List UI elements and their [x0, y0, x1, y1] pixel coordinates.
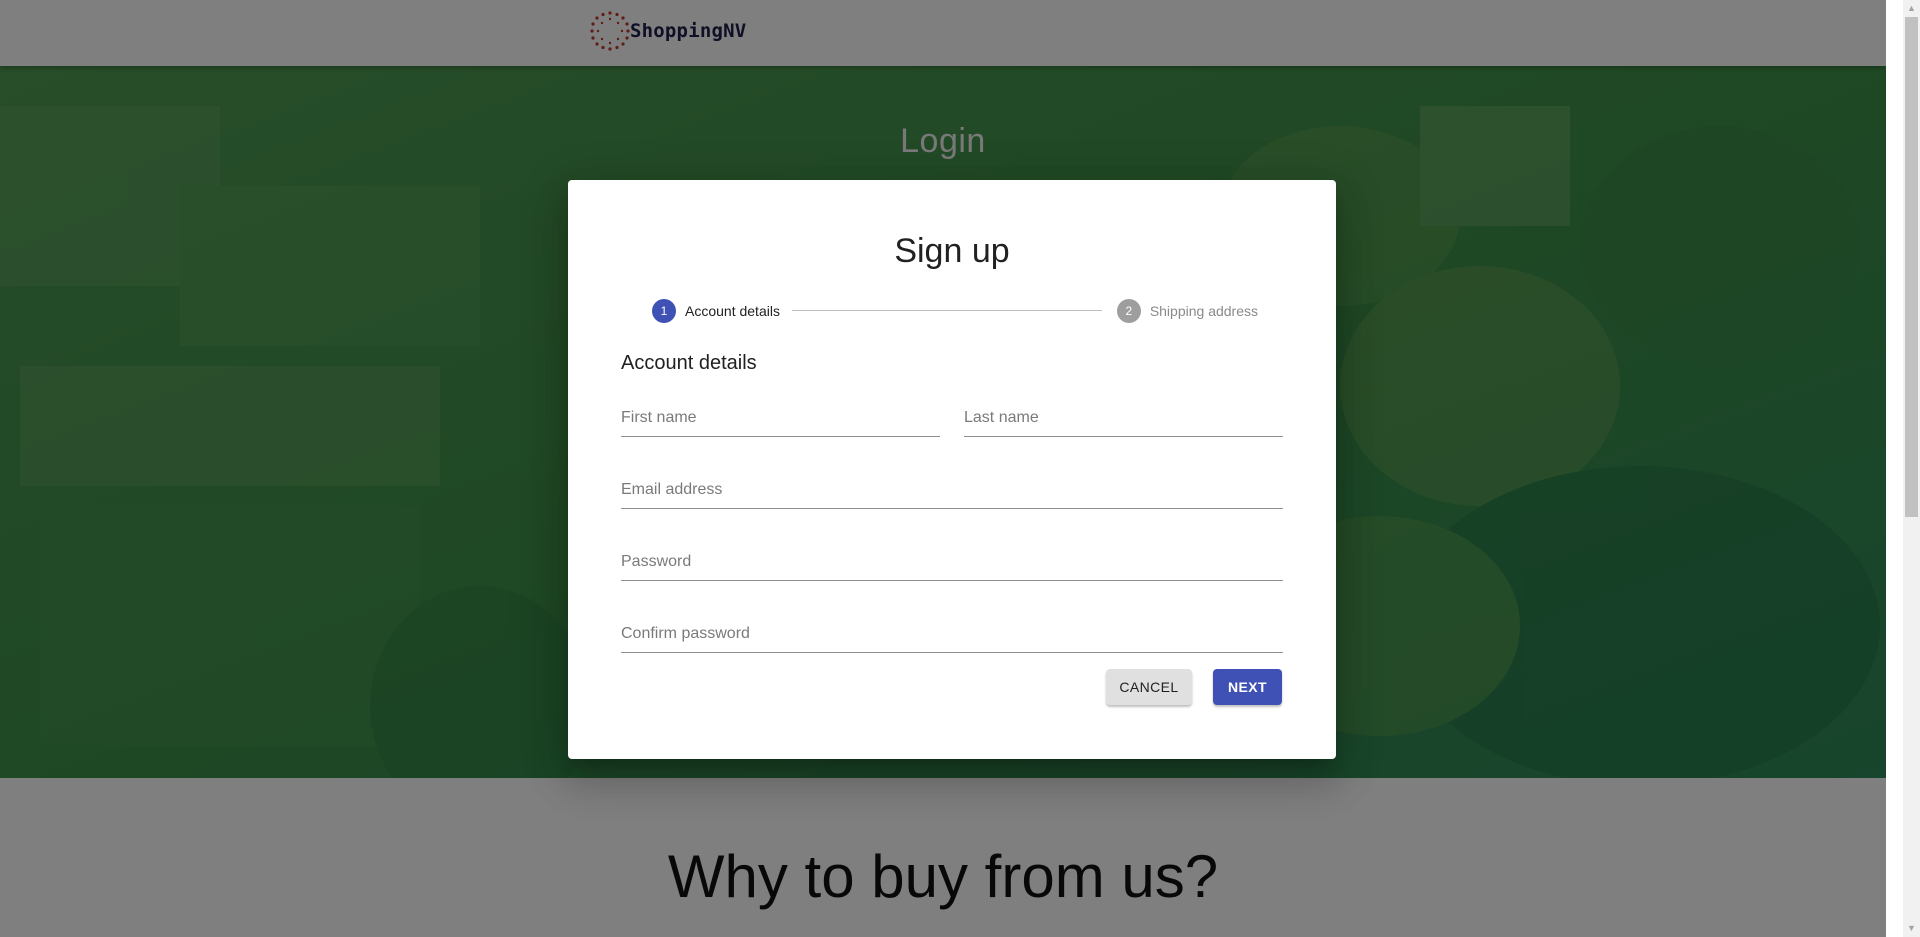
next-button[interactable]: NEXT [1213, 669, 1282, 705]
step-label: Shipping address [1149, 303, 1258, 319]
dialog-title: Sign up [894, 232, 1010, 270]
scroll-up-arrow-icon[interactable]: ▲ [1903, 0, 1920, 17]
email-field [621, 472, 1283, 509]
last-name-field [964, 400, 1283, 437]
signup-dialog: Sign up 1 Account details 2 Shipping add… [568, 180, 1336, 759]
cancel-button[interactable]: CANCEL [1106, 669, 1192, 705]
step-number-badge: 2 [1116, 299, 1141, 323]
confirm-password-input[interactable] [621, 619, 1283, 649]
step-shipping-address[interactable]: 2 Shipping address [1116, 298, 1258, 324]
step-number-badge: 1 [652, 299, 676, 323]
step-connector [792, 310, 1102, 311]
section-title: Account details [621, 352, 757, 374]
step-label: Account details [685, 303, 780, 319]
step-account-details[interactable]: 1 Account details [652, 298, 780, 324]
password-input[interactable] [621, 547, 1283, 577]
signup-stepper: 1 Account details 2 Shipping address [652, 298, 1258, 324]
confirm-password-field [621, 616, 1283, 653]
scrollbar-thumb[interactable] [1905, 17, 1918, 517]
first-name-field [621, 400, 940, 437]
email-input[interactable] [621, 475, 1283, 505]
password-field [621, 544, 1283, 581]
first-name-input[interactable] [621, 403, 940, 433]
last-name-input[interactable] [964, 403, 1283, 433]
page-gutter [1886, 0, 1903, 937]
scroll-down-arrow-icon[interactable]: ▼ [1903, 920, 1920, 937]
vertical-scrollbar[interactable]: ▲ ▼ [1903, 0, 1920, 937]
